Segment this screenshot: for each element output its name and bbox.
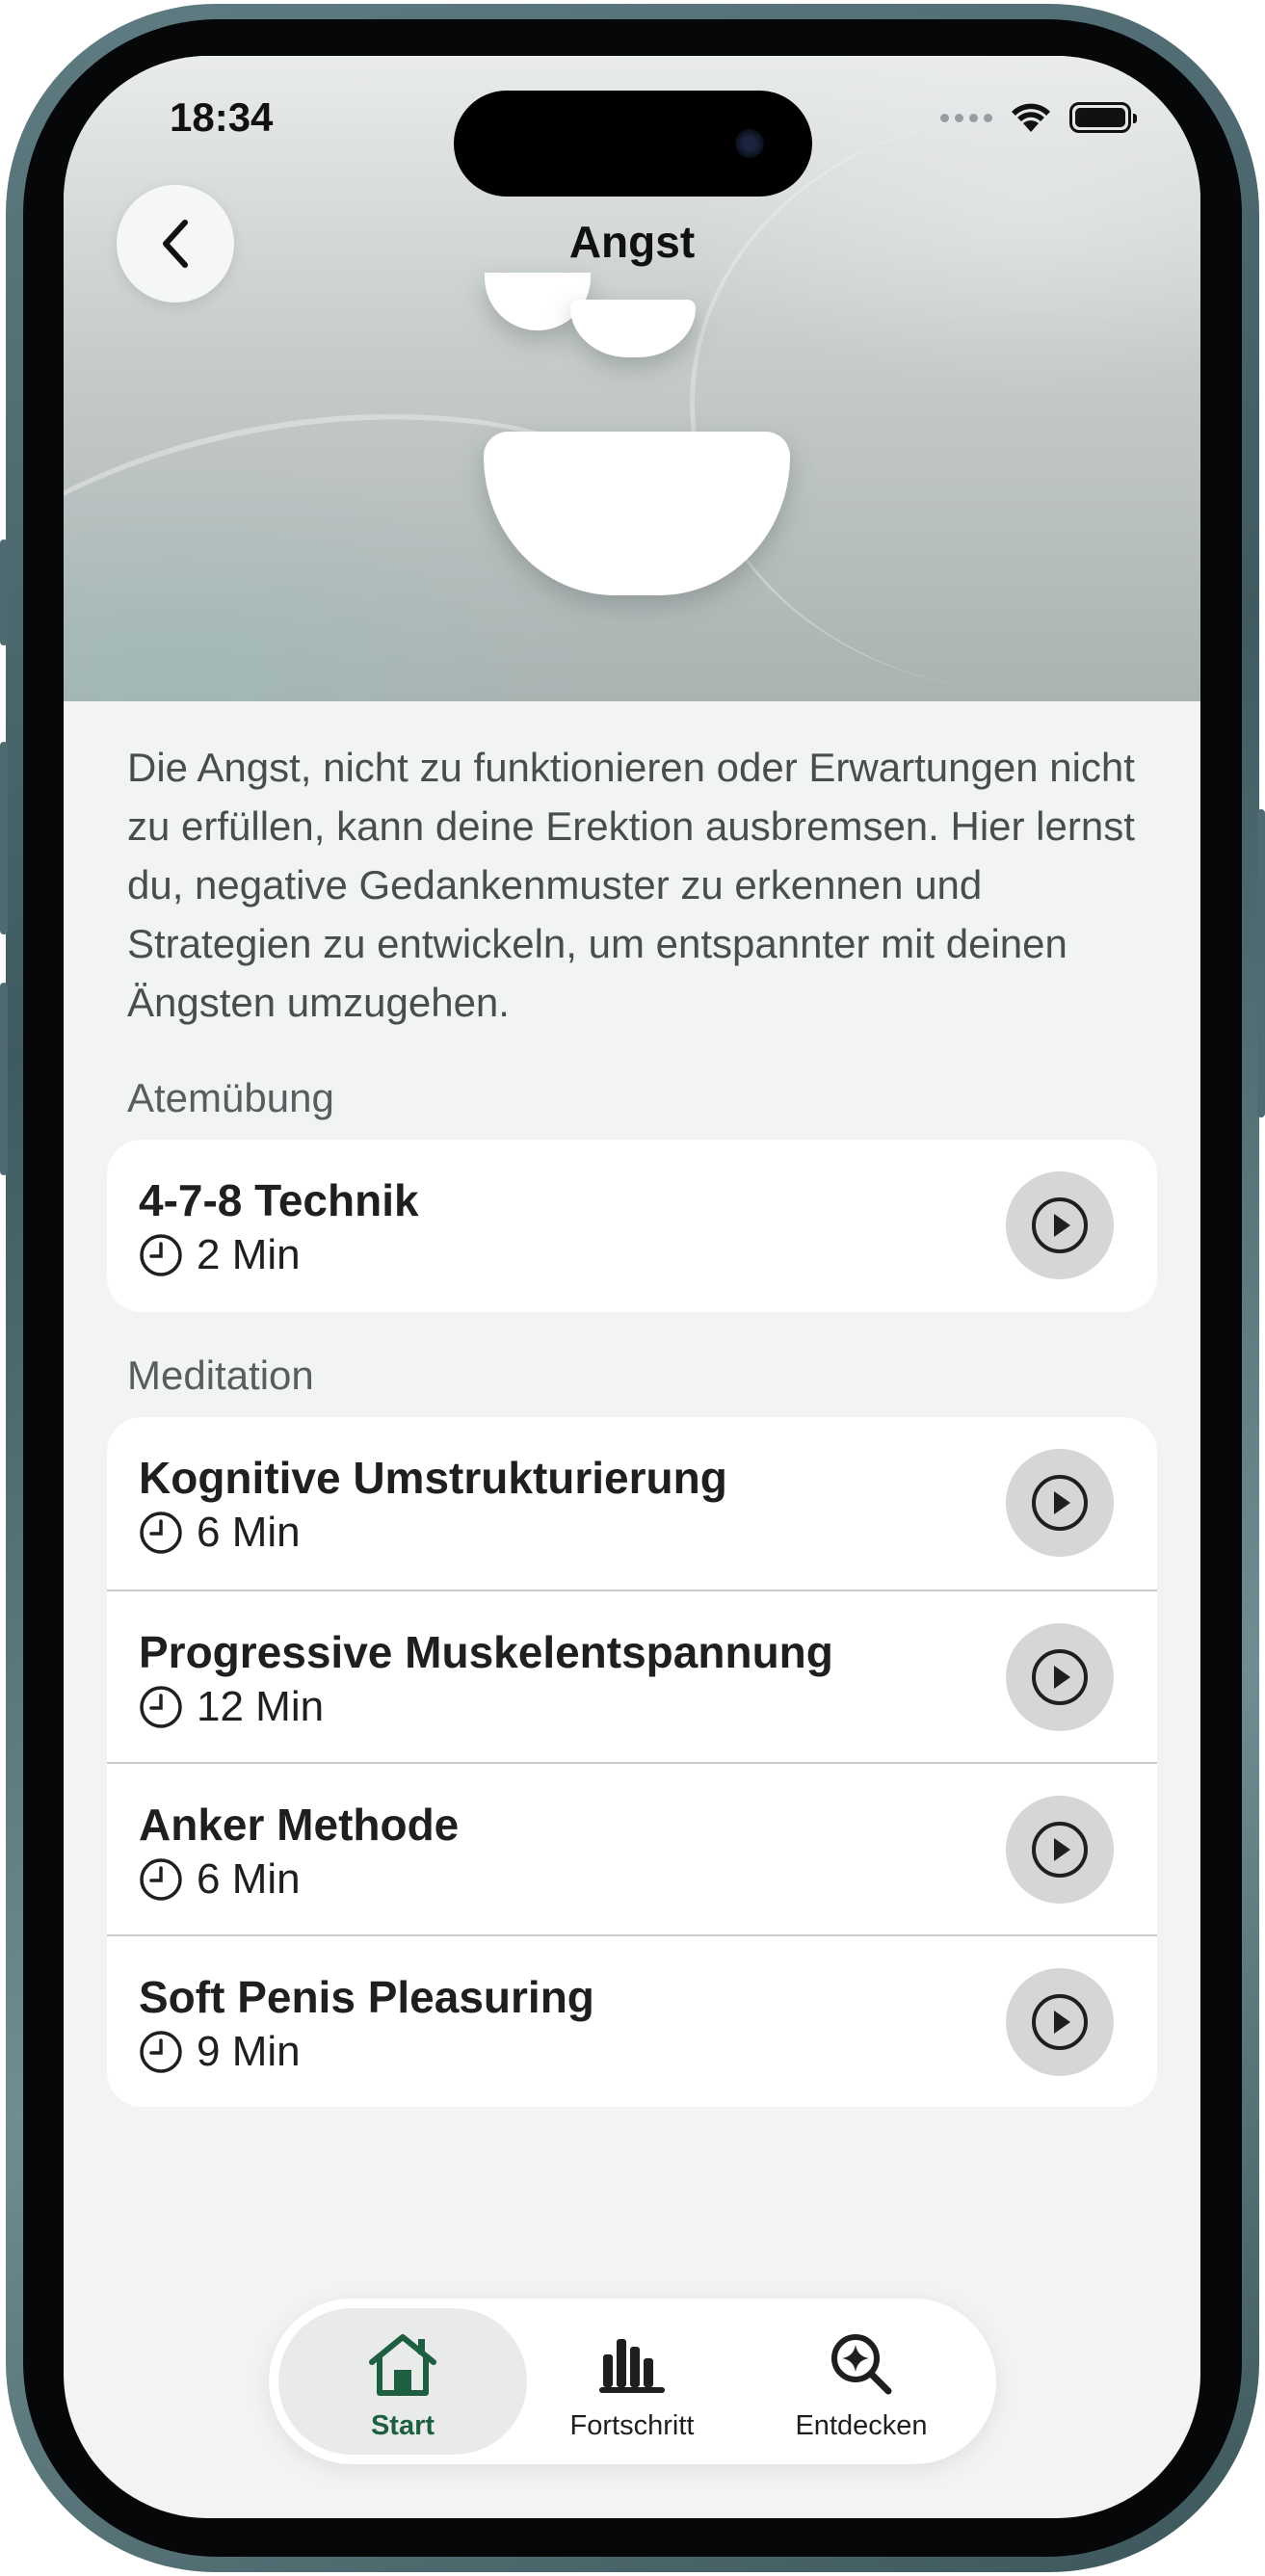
exercise-row[interactable]: 4-7-8 Technik 2 Min [107, 1140, 1157, 1312]
action-button [0, 539, 8, 645]
clock-icon [140, 1234, 182, 1276]
tab-fortschritt[interactable]: Fortschritt [508, 2308, 756, 2455]
page-title: Angst [568, 217, 696, 267]
play-button[interactable] [1006, 1449, 1114, 1557]
exercise-duration: 9 Min [197, 2028, 301, 2075]
status-icons [940, 100, 1137, 135]
play-icon [1032, 1197, 1088, 1253]
tab-label: Entdecken [795, 2410, 928, 2441]
exercise-title: Anker Methode [139, 1800, 460, 1850]
exercise-row[interactable]: Progressive Muskelentspannung 12 Min [107, 1590, 1157, 1762]
section-label-atemuebung: Atemübung [127, 1075, 334, 1120]
play-button[interactable] [1006, 1171, 1114, 1279]
exercise-title: 4-7-8 Technik [139, 1175, 419, 1225]
play-button[interactable] [1006, 1796, 1114, 1904]
tab-label: Fortschritt [569, 2410, 695, 2441]
tab-label: Start [370, 2410, 435, 2441]
clock-icon [140, 2031, 182, 2073]
battery-icon [1069, 102, 1137, 133]
status-time: 18:34 [170, 94, 274, 140]
bar-chart-icon [599, 2339, 665, 2393]
clock-icon [140, 1686, 182, 1728]
play-icon [1032, 1994, 1088, 2050]
exercise-row[interactable]: Kognitive Umstrukturierung 6 Min [107, 1417, 1157, 1590]
volume-up-button [0, 742, 8, 934]
exercise-title: Soft Penis Pleasuring [139, 1972, 594, 2022]
tab-bar: Start Fortschritt Entdecken [269, 2299, 996, 2464]
play-icon [1032, 1475, 1088, 1531]
exercise-duration: 6 Min [197, 1509, 301, 1556]
section-label-meditation: Meditation [127, 1353, 314, 1398]
exercise-card-breathing: 4-7-8 Technik 2 Min [107, 1140, 1157, 1312]
app-screen: 18:34 Angst Die Angst, nicht zu funktion… [64, 56, 1200, 2518]
house-icon [369, 2334, 436, 2396]
topic-description: Die Angst, nicht zu funktionieren oder E… [127, 745, 1135, 1025]
cellular-signal-icon [940, 113, 992, 122]
tab-start[interactable]: Start [278, 2308, 527, 2455]
exercise-title: Progressive Muskelentspannung [139, 1627, 833, 1677]
exercise-duration: 12 Min [197, 1683, 325, 1730]
clock-icon [140, 1511, 182, 1554]
tab-entdecken[interactable]: Entdecken [737, 2308, 986, 2455]
volume-down-button [0, 983, 8, 1175]
wifi-icon [1012, 103, 1050, 132]
exercise-title: Kognitive Umstrukturierung [139, 1453, 727, 1503]
clock-icon [140, 1858, 182, 1901]
play-button[interactable] [1006, 1623, 1114, 1731]
exercise-duration: 6 Min [197, 1855, 301, 1903]
power-button [1257, 809, 1265, 1117]
exercise-duration: 2 Min [197, 1231, 301, 1278]
sparkle-search-icon [831, 2334, 892, 2395]
exercise-card-meditation: Kognitive Umstrukturierung 6 Min Progres… [107, 1417, 1157, 2107]
play-button[interactable] [1006, 1968, 1114, 2076]
play-icon [1032, 1649, 1088, 1705]
dynamic-island [454, 91, 812, 197]
exercise-row[interactable]: Anker Methode 6 Min [107, 1762, 1157, 1934]
play-icon [1032, 1822, 1088, 1878]
exercise-row[interactable]: Soft Penis Pleasuring 9 Min [107, 1934, 1157, 2107]
